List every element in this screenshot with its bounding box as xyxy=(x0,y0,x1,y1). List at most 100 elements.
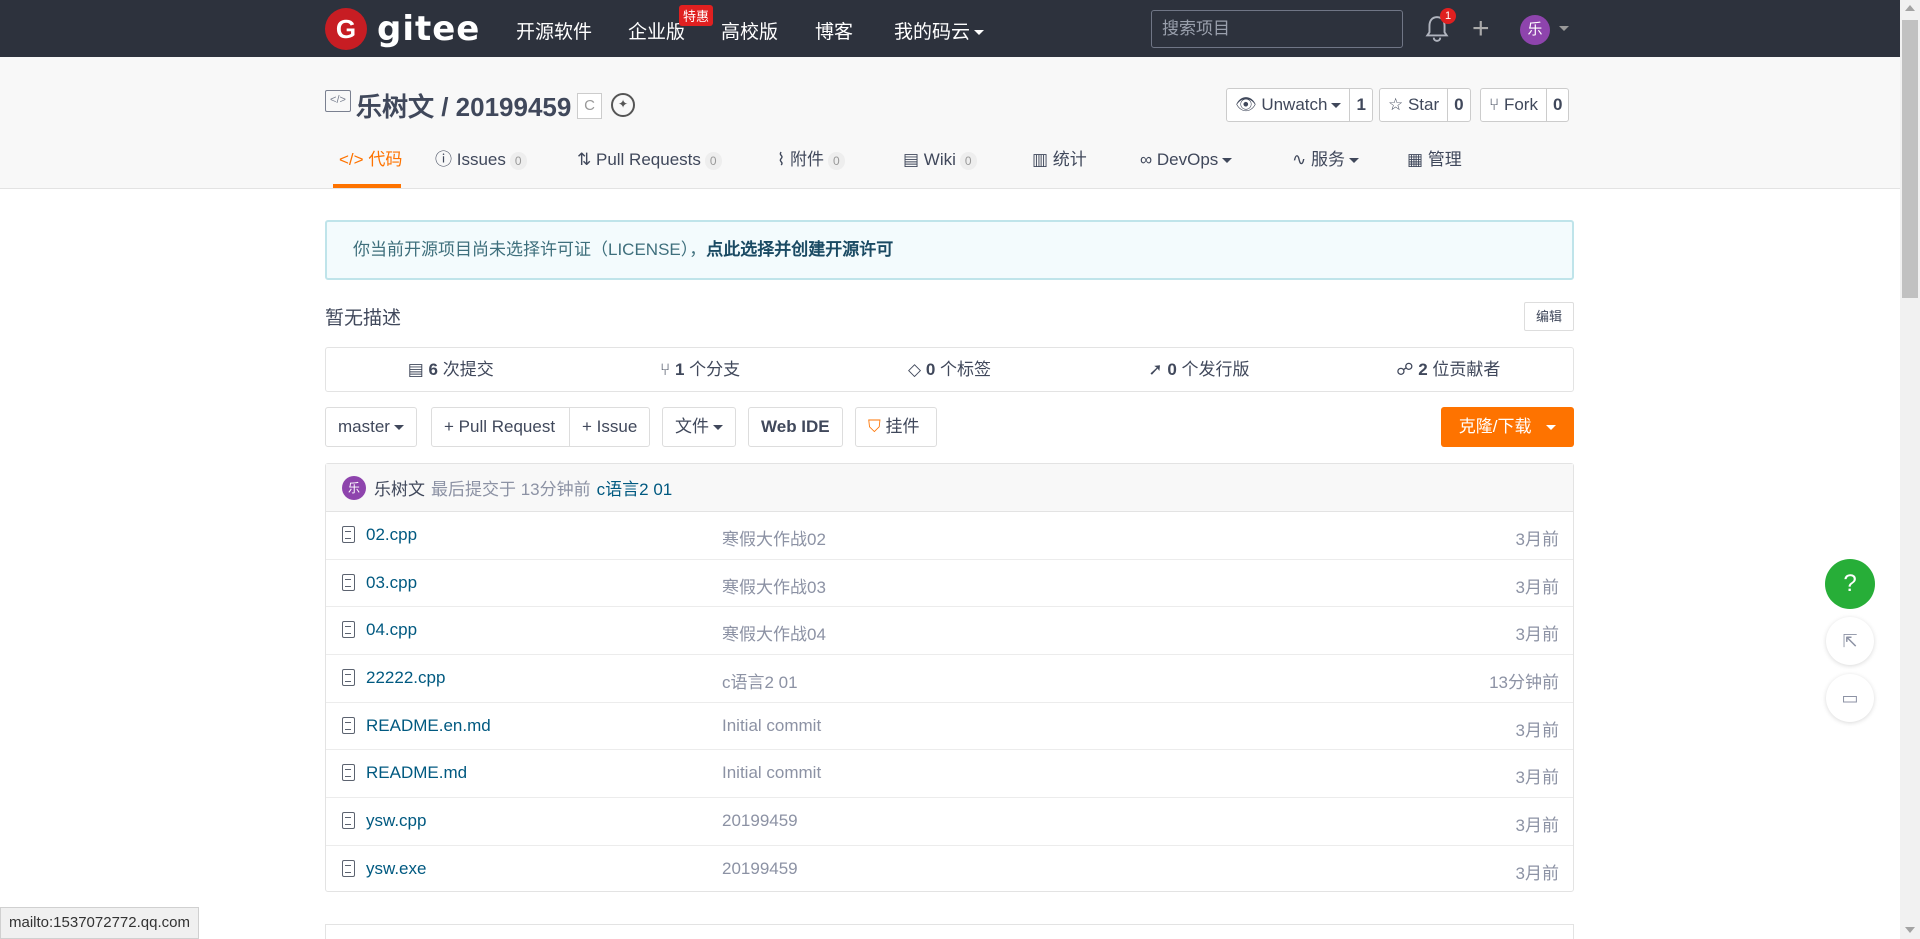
next-section-edge xyxy=(325,924,1574,939)
nav-enterprise[interactable]: 企业版 xyxy=(628,17,685,44)
clone-download-label: 克隆/下载 xyxy=(1458,417,1532,436)
commit-author[interactable]: 乐树文 xyxy=(374,475,425,500)
help-button[interactable]: ? xyxy=(1825,559,1875,609)
repo-title[interactable]: 乐树文 / 20199459 xyxy=(356,87,571,124)
watch-count[interactable]: 1 xyxy=(1350,89,1371,121)
stat-branches[interactable]: ⑂ 1 个分支 xyxy=(575,348,824,391)
file-menu-button[interactable]: 文件 xyxy=(662,407,736,447)
message-icon[interactable]: ▭ xyxy=(1826,674,1874,722)
award-badge-icon[interactable]: ✦ xyxy=(611,93,635,117)
file-icon xyxy=(342,573,355,591)
license-notice: 你当前开源项目尚未选择许可证（LICENSE），点此选择并创建开源许可 xyxy=(325,220,1574,280)
watch-button[interactable]: 👁 Unwatch 1 xyxy=(1226,88,1373,122)
tab-services[interactable]: ∿ 服务 xyxy=(1292,148,1359,188)
fork-count[interactable]: 0 xyxy=(1547,89,1568,121)
file-commit-message[interactable]: 20199459 xyxy=(722,859,798,879)
search-input[interactable]: 搜索项目 xyxy=(1151,10,1403,48)
file-icon xyxy=(342,812,355,830)
stat-releases-num: 0 xyxy=(1167,360,1177,379)
widget-button[interactable]: ⛉ 挂件 xyxy=(855,407,937,447)
share-icon[interactable]: ⇱ xyxy=(1826,617,1874,665)
tab-code-label: 代码 xyxy=(368,150,403,169)
new-issue-button[interactable]: + Issue xyxy=(569,407,650,447)
file-icon xyxy=(342,859,355,877)
chevron-down-icon xyxy=(713,425,723,431)
chevron-down-icon xyxy=(1222,158,1233,164)
last-commit-row: 乐 乐树文 最后提交于 13分钟前 c语言2 01 xyxy=(326,464,1573,512)
nav-blog[interactable]: 博客 xyxy=(815,17,853,44)
stat-contributors[interactable]: ☍ 2 位贡献者 xyxy=(1324,348,1573,391)
gitee-logo[interactable]: G gitee xyxy=(325,8,480,50)
scroll-down-icon[interactable] xyxy=(1905,927,1915,933)
file-time: 3月前 xyxy=(1515,816,1559,836)
tab-issues-count: 0 xyxy=(509,151,527,170)
user-avatar[interactable]: 乐 xyxy=(1520,15,1550,45)
stat-releases[interactable]: ➚ 0 个发行版 xyxy=(1074,348,1323,391)
new-pull-request-button[interactable]: + Pull Request xyxy=(431,407,570,447)
file-name-link[interactable]: README.md xyxy=(366,763,467,783)
tab-attachments[interactable]: ⌇ 附件 0 xyxy=(777,148,845,188)
star-count[interactable]: 0 xyxy=(1448,89,1469,121)
license-notice-text: 你当前开源项目尚未选择许可证（LICENSE）， xyxy=(353,240,707,259)
file-commit-message[interactable]: 寒假大作战03 xyxy=(722,573,826,598)
stat-tags[interactable]: ◇ 0 个标签 xyxy=(825,348,1074,391)
stat-commits-num: 6 xyxy=(428,360,438,379)
clone-download-button[interactable]: 克隆/下载 xyxy=(1441,407,1574,447)
avatar[interactable]: 乐 xyxy=(342,475,366,500)
eye-icon: 👁 xyxy=(1235,95,1262,114)
file-menu-label: 文件 xyxy=(675,417,709,436)
nav-education[interactable]: 高校版 xyxy=(721,17,778,44)
file-time: 3月前 xyxy=(1515,530,1559,549)
file-commit-message[interactable]: Initial commit xyxy=(722,716,821,736)
nav-open-source[interactable]: 开源软件 xyxy=(516,17,592,44)
file-time: 3月前 xyxy=(1515,625,1559,645)
table-row: README.en.md Initial commit 3月前 xyxy=(326,703,1573,751)
stat-commits[interactable]: ▤ 6 次提交 xyxy=(326,348,575,391)
file-name-link[interactable]: ysw.cpp xyxy=(366,811,426,831)
file-name-link[interactable]: 03.cpp xyxy=(366,573,417,593)
file-name-link[interactable]: README.en.md xyxy=(366,716,491,736)
commit-message[interactable]: c语言2 01 xyxy=(597,475,673,500)
fork-button[interactable]: ⑂ Fork 0 xyxy=(1480,88,1570,122)
file-commit-message[interactable]: Initial commit xyxy=(722,763,821,783)
file-commit-message[interactable]: 20199459 xyxy=(722,811,798,831)
plus-icon[interactable]: + xyxy=(1472,14,1490,44)
tab-attachments-label: 附件 xyxy=(790,150,825,169)
stat-releases-label: 个发行版 xyxy=(1181,360,1250,379)
tab-stats[interactable]: ▥ 统计 xyxy=(1032,148,1087,188)
notification-count-badge: 1 xyxy=(1440,8,1456,24)
branch-select[interactable]: master xyxy=(325,407,417,447)
tab-pull-requests[interactable]: ⇅ Pull Requests 0 xyxy=(577,148,722,188)
tab-services-label: 服务 xyxy=(1310,150,1345,169)
file-commit-message[interactable]: 寒假大作战02 xyxy=(722,525,826,550)
tab-manage-label: 管理 xyxy=(1427,150,1462,169)
file-commit-message[interactable]: 寒假大作战04 xyxy=(722,620,826,645)
star-button[interactable]: ☆ Star 0 xyxy=(1379,88,1471,122)
tab-issues[interactable]: ⓘ Issues 0 xyxy=(435,148,527,188)
file-name-link[interactable]: 22222.cpp xyxy=(366,668,445,688)
file-commit-message[interactable]: c语言2 01 xyxy=(722,668,798,693)
edit-description-button[interactable]: 编辑 xyxy=(1524,302,1574,331)
scroll-up-icon[interactable] xyxy=(1905,5,1915,11)
table-row: ysw.exe 20199459 3月前 xyxy=(326,846,1573,894)
file-name-link[interactable]: ysw.exe xyxy=(366,859,426,879)
chevron-down-icon[interactable] xyxy=(1559,26,1569,31)
web-ide-button[interactable]: Web IDE xyxy=(748,407,843,447)
scrollbar-thumb[interactable] xyxy=(1902,20,1918,298)
enterprise-promo-badge: 特惠 xyxy=(679,5,714,26)
file-name-link[interactable]: 02.cpp xyxy=(366,525,417,545)
tab-manage[interactable]: ▦ 管理 xyxy=(1407,148,1462,188)
file-icon xyxy=(342,526,355,543)
file-name-link[interactable]: 04.cpp xyxy=(366,620,417,640)
repo-description: 暂无描述 xyxy=(325,308,402,329)
watch-label: Unwatch xyxy=(1261,95,1328,114)
tab-code[interactable]: </> 代码 xyxy=(333,148,403,188)
tab-devops[interactable]: ∞ DevOps xyxy=(1140,148,1233,188)
create-license-link[interactable]: 点此选择并创建开源许可 xyxy=(706,240,893,259)
branch-icon: ⑂ xyxy=(660,360,671,379)
tab-wiki[interactable]: ▤ Wiki 0 xyxy=(903,148,977,188)
tab-pull-requests-label: Pull Requests xyxy=(595,150,701,169)
star-label: Star xyxy=(1407,95,1440,114)
nav-my-gitee[interactable]: 我的码云 xyxy=(894,17,985,44)
stat-contributors-label: 位贡献者 xyxy=(1432,360,1501,379)
